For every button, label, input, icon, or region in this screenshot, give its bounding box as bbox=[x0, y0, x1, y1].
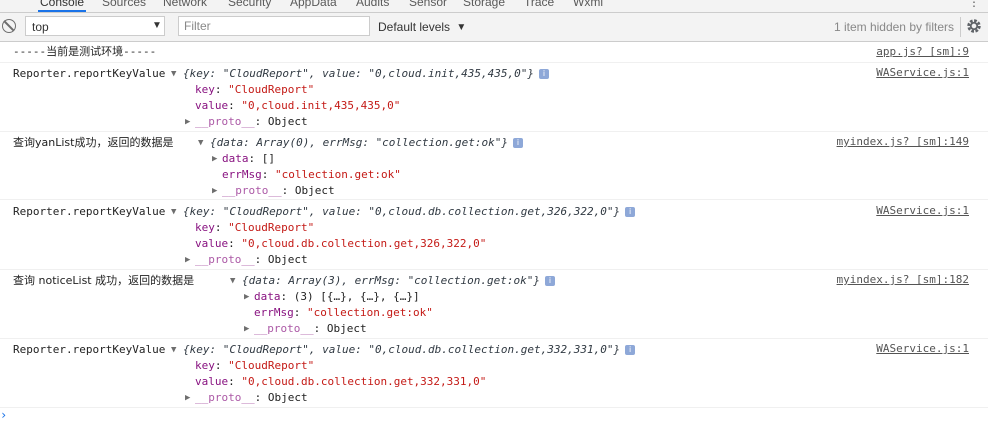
log-prefix: 查询yanList成功，返回的数据是 bbox=[13, 136, 174, 149]
source-link[interactable]: WAService.js:1 bbox=[876, 204, 969, 217]
tab-storage[interactable]: Storage bbox=[463, 0, 505, 9]
object-property: value: "0,cloud.db.collection.get,332,33… bbox=[195, 375, 487, 388]
tab-security[interactable]: Security bbox=[228, 0, 271, 9]
console-toolbar: top ▼ Default levels ▼ 1 item hidden by … bbox=[0, 13, 988, 42]
triangle-right-icon[interactable]: ▶ bbox=[185, 393, 190, 403]
triangle-down-icon[interactable]: ▼ bbox=[198, 138, 203, 148]
object-property: value: "0,cloud.db.collection.get,326,32… bbox=[195, 237, 487, 250]
tab-audits[interactable]: Audits bbox=[356, 0, 389, 9]
triangle-down-icon[interactable]: ▼ bbox=[171, 345, 176, 355]
object-summary[interactable]: {key: "CloudReport", value: "0,cloud.db.… bbox=[183, 204, 636, 220]
log-text: -----当前是测试环境----- bbox=[13, 45, 157, 58]
levels-label: Default levels bbox=[378, 20, 451, 34]
filter-input[interactable] bbox=[178, 16, 370, 36]
console-message: Reporter.reportKeyValue ▼ {key: "CloudRe… bbox=[0, 339, 988, 408]
hidden-items-info: 1 item hidden by filters bbox=[833, 20, 954, 34]
object-property: key: "CloudReport" bbox=[195, 83, 315, 96]
console-message: 查询 noticeList 成功，返回的数据是 ▼ {data: Array(3… bbox=[0, 270, 988, 339]
triangle-down-icon[interactable]: ▼ bbox=[171, 69, 176, 79]
tab-appdata[interactable]: AppData bbox=[290, 0, 337, 9]
source-link[interactable]: WAService.js:1 bbox=[876, 66, 969, 79]
tab-console[interactable]: Console bbox=[38, 0, 87, 12]
info-icon[interactable]: i bbox=[539, 69, 549, 79]
triangle-down-icon[interactable]: ▼ bbox=[230, 276, 235, 286]
info-icon[interactable]: i bbox=[625, 345, 636, 355]
gear-icon[interactable] bbox=[965, 17, 983, 35]
proto-property[interactable]: __proto__: Object bbox=[195, 114, 308, 130]
devtools-tab-bar: Console Sources Network Security AppData… bbox=[0, 0, 988, 13]
console-message: Reporter.reportKeyValue ▼ {key: "CloudRe… bbox=[0, 63, 988, 132]
proto-property[interactable]: __proto__: Object bbox=[222, 183, 335, 199]
console-message: Reporter.reportKeyValue ▼ {key: "CloudRe… bbox=[0, 201, 988, 270]
toolbar-divider bbox=[960, 17, 961, 37]
context-selector[interactable]: top ▼ bbox=[25, 16, 165, 36]
object-summary[interactable]: {key: "CloudReport", value: "0,cloud.ini… bbox=[183, 66, 549, 82]
chevron-down-icon: ▼ bbox=[456, 22, 467, 33]
tab-sensor[interactable]: Sensor bbox=[409, 0, 447, 9]
object-summary[interactable]: {data: Array(3), errMsg: "collection.get… bbox=[242, 273, 556, 289]
object-property[interactable]: data: [] bbox=[222, 151, 275, 167]
triangle-right-icon[interactable]: ▶ bbox=[244, 324, 249, 334]
levels-dropdown[interactable]: Default levels ▼ bbox=[378, 20, 467, 34]
proto-property[interactable]: __proto__: Object bbox=[195, 390, 308, 406]
log-prefix: Reporter.reportKeyValue bbox=[13, 205, 166, 218]
triangle-right-icon[interactable]: ▶ bbox=[212, 186, 217, 196]
object-property: errMsg: "collection.get:ok" bbox=[222, 168, 401, 181]
tab-trace[interactable]: Trace bbox=[524, 0, 554, 9]
source-link[interactable]: myindex.js? [sm]:149 bbox=[837, 135, 969, 148]
object-property: key: "CloudReport" bbox=[195, 221, 315, 234]
object-summary[interactable]: {key: "CloudReport", value: "0,cloud.db.… bbox=[183, 342, 636, 358]
console-message: 查询yanList成功，返回的数据是 ▼ {data: Array(0), er… bbox=[0, 132, 988, 200]
triangle-down-icon[interactable]: ▼ bbox=[171, 207, 176, 217]
source-link[interactable]: WAService.js:1 bbox=[876, 342, 969, 355]
tab-sources[interactable]: Sources bbox=[102, 0, 146, 9]
tab-network[interactable]: Network bbox=[163, 0, 207, 9]
object-property[interactable]: data: (3) [{…}, {…}, {…}] bbox=[254, 289, 420, 305]
object-property: value: "0,cloud.init,435,435,0" bbox=[195, 99, 401, 112]
log-prefix: Reporter.reportKeyValue bbox=[13, 67, 166, 80]
log-prefix: 查询 noticeList 成功，返回的数据是 bbox=[13, 274, 195, 287]
source-link[interactable]: myindex.js? [sm]:182 bbox=[837, 273, 969, 286]
proto-property[interactable]: __proto__: Object bbox=[195, 252, 308, 268]
context-value: top bbox=[32, 20, 49, 34]
triangle-right-icon[interactable]: ▶ bbox=[244, 292, 249, 302]
triangle-right-icon[interactable]: ▶ bbox=[185, 117, 190, 127]
info-icon[interactable]: i bbox=[625, 207, 636, 217]
clear-console-icon[interactable] bbox=[2, 19, 16, 33]
object-summary[interactable]: {data: Array(0), errMsg: "collection.get… bbox=[210, 135, 524, 151]
object-property: errMsg: "collection.get:ok" bbox=[254, 306, 433, 319]
chevron-down-icon: ▼ bbox=[152, 20, 162, 31]
tab-wxml[interactable]: Wxml bbox=[573, 0, 603, 9]
proto-property[interactable]: __proto__: Object bbox=[254, 321, 367, 337]
info-icon[interactable]: i bbox=[545, 276, 556, 286]
console-prompt-icon[interactable]: › bbox=[0, 408, 7, 422]
more-menu-icon[interactable]: ⋮ bbox=[968, 0, 980, 9]
log-prefix: Reporter.reportKeyValue bbox=[13, 343, 166, 356]
object-property: key: "CloudReport" bbox=[195, 359, 315, 372]
triangle-right-icon[interactable]: ▶ bbox=[185, 255, 190, 265]
info-icon[interactable]: i bbox=[513, 138, 524, 148]
source-link[interactable]: app.js? [sm]:9 bbox=[876, 45, 969, 58]
triangle-right-icon[interactable]: ▶ bbox=[212, 154, 217, 164]
console-output: -----当前是测试环境----- app.js? [sm]:9 Reporte… bbox=[0, 42, 988, 424]
console-message: -----当前是测试环境----- app.js? [sm]:9 bbox=[0, 42, 988, 63]
